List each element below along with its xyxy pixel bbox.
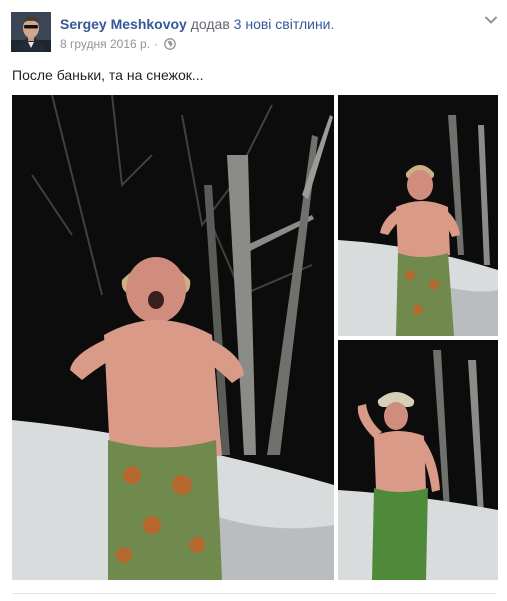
photo-main-image [12, 95, 334, 580]
author-avatar[interactable] [11, 12, 51, 52]
globe-icon[interactable] [164, 38, 176, 50]
photo-top[interactable] [338, 95, 498, 336]
post-text: После баньки, та на снежок... [12, 67, 204, 83]
chevron-down-icon[interactable] [484, 14, 498, 26]
photo-bottom-image [338, 340, 498, 580]
action-suffix: . [330, 16, 335, 32]
photo-top-image [338, 95, 498, 336]
post-date-link[interactable]: 8 грудня 2016 р. [60, 36, 150, 52]
meta-separator: · [154, 37, 159, 51]
photo-main[interactable] [12, 95, 334, 580]
photo-bottom[interactable] [338, 340, 498, 580]
post-footer-divider [12, 593, 496, 594]
post-header: Sergey Meshkovoy додав 3 нові світлини. [60, 15, 334, 33]
new-photos-link[interactable]: 3 нові світлини [234, 16, 331, 32]
avatar-image [11, 12, 51, 52]
post-action: додав 3 нові світлини. [191, 16, 335, 32]
facebook-post: Sergey Meshkovoy додав 3 нові світлини. … [0, 0, 507, 601]
author-name-link[interactable]: Sergey Meshkovoy [60, 16, 187, 32]
action-prefix: додав [190, 16, 234, 32]
post-meta: 8 грудня 2016 р. · [60, 36, 176, 52]
